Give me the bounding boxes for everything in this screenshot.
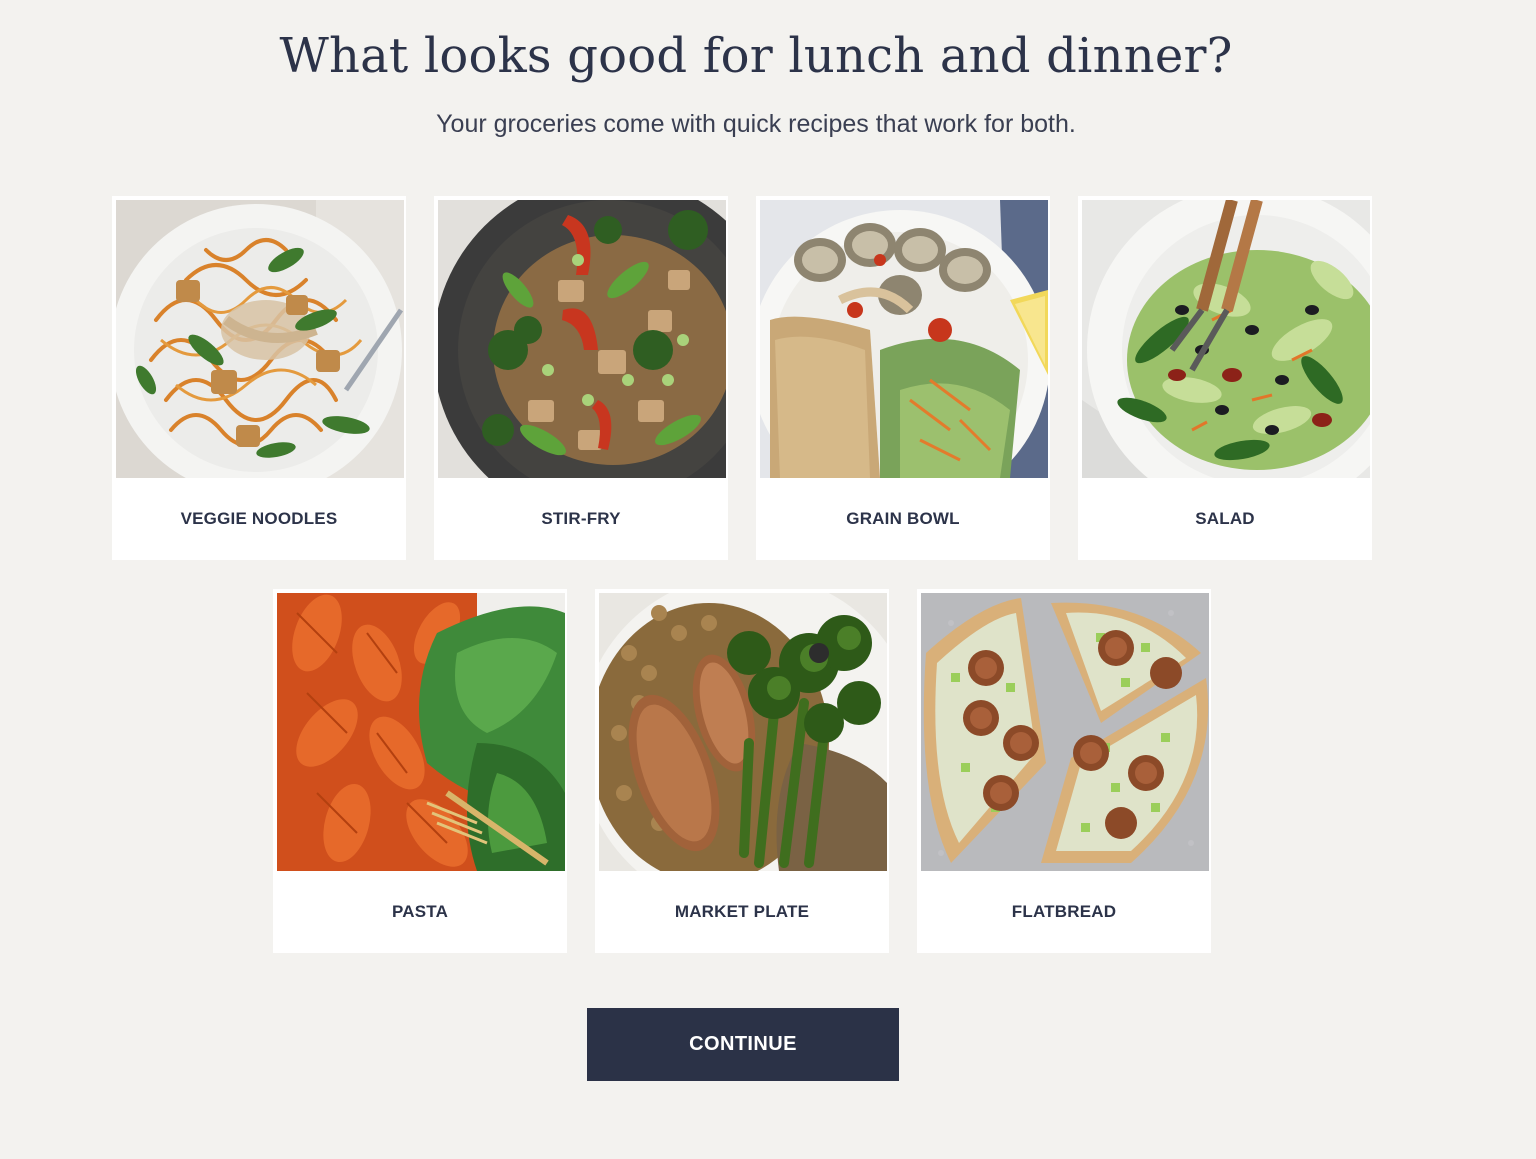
continue-button[interactable]: CONTINUE — [587, 1008, 899, 1081]
meal-options-grid: VEGGIE NOODLES STIR-FRY GRAIN BOWL SALAD… — [0, 0, 1536, 1000]
option-card-pasta[interactable]: PASTA — [273, 589, 567, 953]
grain-bowl-photo — [760, 200, 1048, 478]
market-plate-photo — [599, 593, 887, 871]
salad-photo — [1082, 200, 1370, 478]
option-card-stir-fry[interactable]: STIR-FRY — [434, 196, 728, 560]
option-label: VEGGIE NOODLES — [180, 509, 338, 528]
option-label: FLATBREAD — [1011, 902, 1117, 921]
option-label: MARKET PLATE — [674, 902, 810, 921]
veggie-noodles-photo — [116, 200, 404, 478]
option-label: PASTA — [391, 902, 449, 921]
option-card-market-plate[interactable]: MARKET PLATE — [595, 589, 889, 953]
option-card-grain-bowl[interactable]: GRAIN BOWL — [756, 196, 1050, 560]
option-label: STIR-FRY — [541, 509, 621, 528]
option-card-veggie-noodles[interactable]: VEGGIE NOODLES — [112, 196, 406, 560]
option-label: GRAIN BOWL — [846, 509, 960, 528]
stir-fry-photo — [438, 200, 726, 478]
option-card-salad[interactable]: SALAD — [1078, 196, 1372, 560]
flatbread-photo — [921, 593, 1209, 871]
option-label: SALAD — [1195, 509, 1255, 528]
option-card-flatbread[interactable]: FLATBREAD — [917, 589, 1211, 953]
pasta-photo — [277, 593, 565, 871]
